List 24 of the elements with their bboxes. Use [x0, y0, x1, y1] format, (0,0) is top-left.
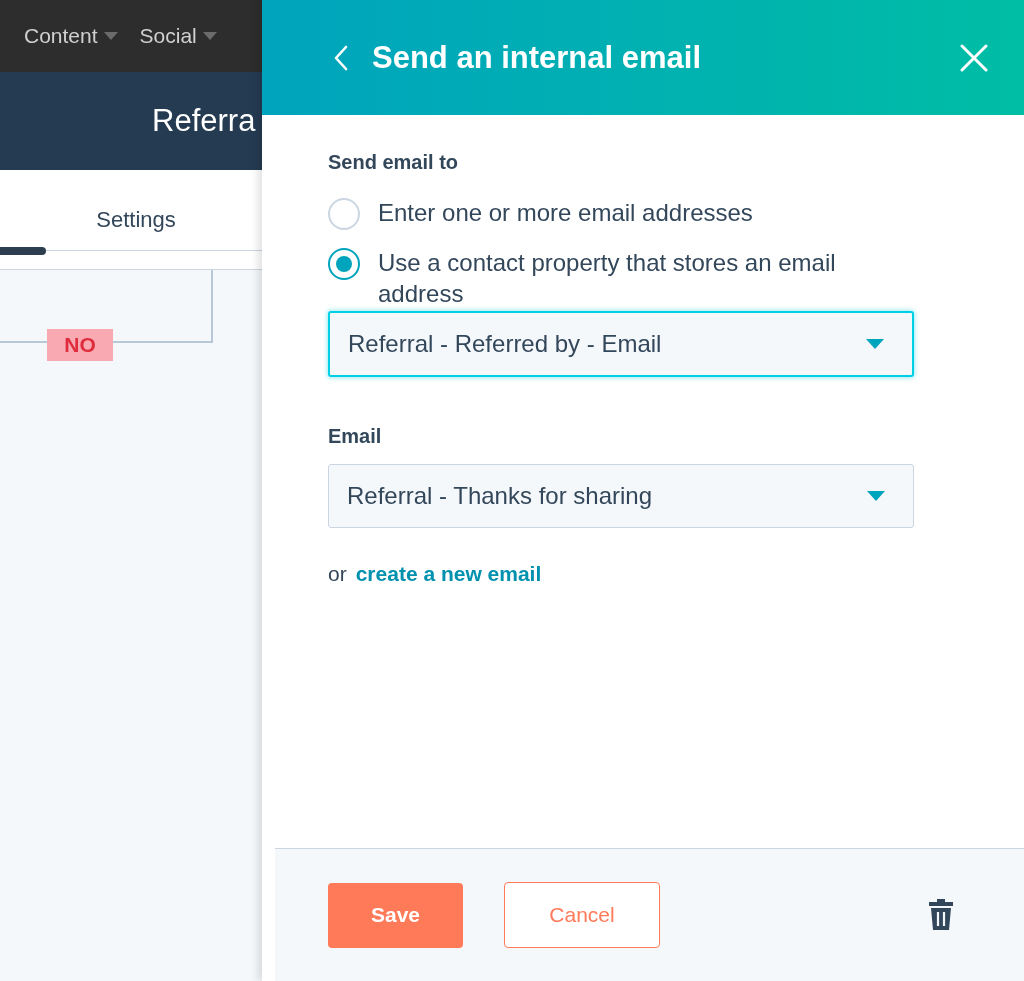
field-label: Email	[328, 425, 383, 448]
panel-title: Send an internal email	[372, 39, 703, 76]
caret-icon	[867, 491, 885, 501]
back-icon[interactable]	[334, 44, 348, 71]
field-label: Send email to	[328, 151, 460, 174]
create-email-link[interactable]: create a new email	[355, 562, 542, 586]
tab-indicator	[0, 247, 46, 255]
radio-label: Enter one or more email addresses	[378, 198, 753, 228]
nav-menu[interactable]: Content	[24, 24, 118, 48]
radio-label: Use a contact property that stores an email address	[378, 248, 837, 309]
radio-button[interactable]	[328, 248, 360, 280]
dropdown[interactable]: Referral - Thanks for sharing	[328, 464, 914, 528]
dropdown[interactable]: Referral - Referred by - Email	[328, 311, 914, 377]
caret-icon	[866, 339, 884, 349]
trash-icon[interactable]	[928, 898, 954, 932]
helper-text: or	[328, 562, 347, 586]
page-title: Referra	[152, 103, 256, 139]
nav-menu[interactable]: Social	[139, 24, 217, 48]
tab[interactable]: Settings	[86, 200, 186, 239]
branch-label: NO	[47, 329, 113, 361]
close-icon[interactable]	[960, 43, 988, 72]
caret-icon	[202, 32, 217, 40]
radio-button[interactable]	[328, 198, 360, 230]
caret-icon	[103, 32, 118, 40]
